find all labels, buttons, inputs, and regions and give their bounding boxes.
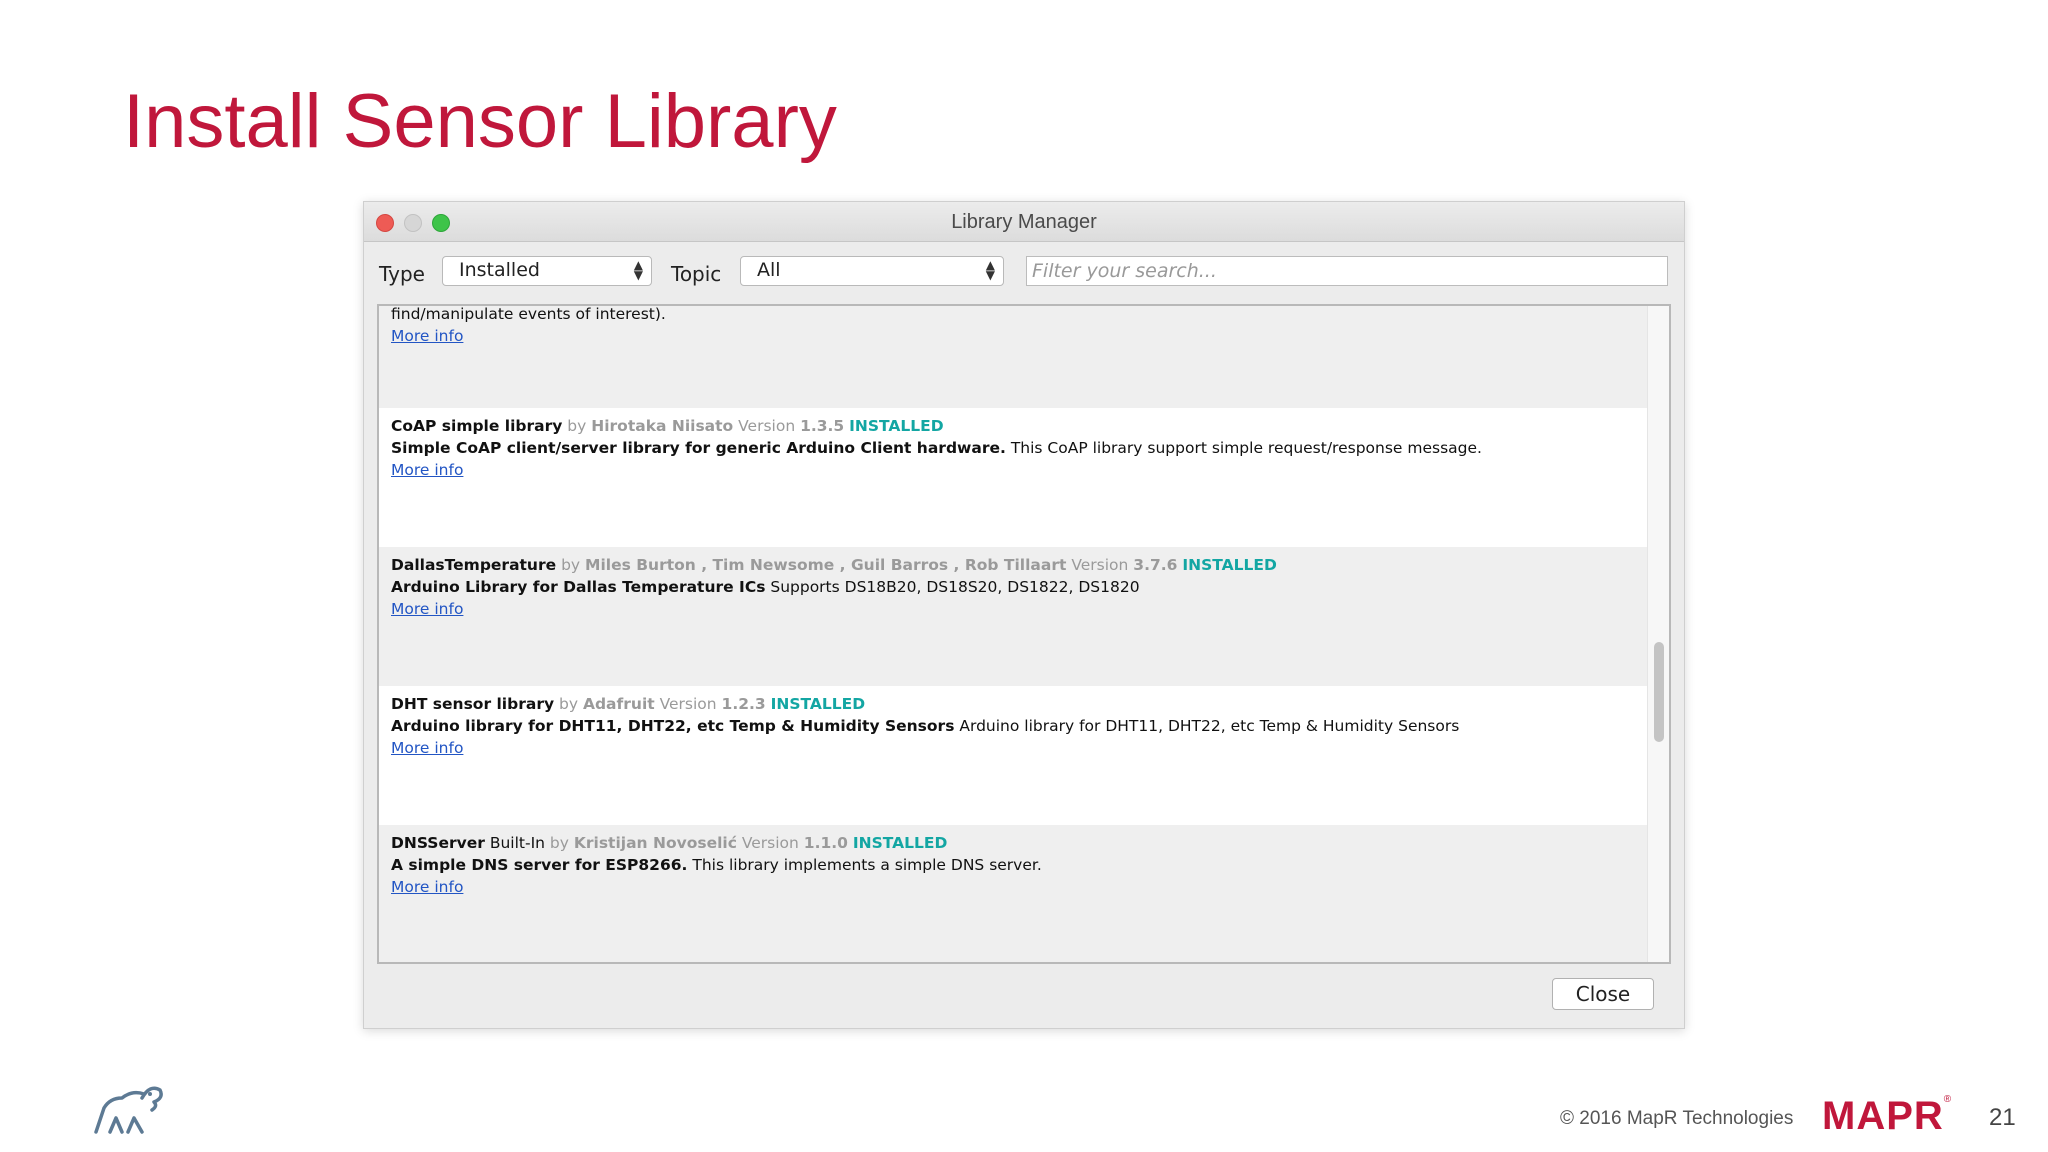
registered-mark: ® (1943, 1094, 1953, 1105)
library-name: CoAP simple library (391, 417, 563, 435)
library-entry[interactable]: DNSServer Built-In by Kristijan Novoseli… (379, 825, 1649, 962)
topic-label: Topic (671, 262, 722, 286)
version-label: Version (1071, 556, 1129, 574)
library-authors: Miles Burton , Tim Newsome , Guil Barros… (585, 556, 1067, 574)
select-arrows-icon: ▲ ▼ (633, 258, 643, 282)
by-label: by (549, 834, 569, 852)
entry-description: Arduino Library for Dallas Temperature I… (391, 578, 1649, 600)
entry-description: A simple DNS server for ESP8266. This li… (391, 856, 1649, 878)
library-authors: Adafruit (582, 695, 655, 713)
topic-select[interactable]: All ▲ ▼ (740, 256, 1004, 286)
library-name: DHT sensor library (391, 695, 555, 713)
entry-desc-text: This CoAP library support simple request… (1010, 439, 1482, 457)
library-entry[interactable]: CoAP simple library by Hirotaka Niisato … (379, 408, 1649, 547)
more-info-link[interactable]: More info (391, 461, 463, 479)
by-label: by (561, 556, 581, 574)
window-titlebar: Library Manager (364, 202, 1684, 242)
entry-header: DNSServer Built-In by Kristijan Novoseli… (391, 834, 1649, 856)
library-authors: Kristijan Novoselić (573, 834, 737, 852)
library-manager-window: Library Manager Type Installed ▲ ▼ Topic … (363, 201, 1685, 1029)
close-button[interactable]: Close (1552, 978, 1654, 1010)
library-version: 3.7.6 (1133, 556, 1178, 574)
page-number: 21 (1989, 1104, 2016, 1131)
more-info-link[interactable]: More info (391, 878, 463, 896)
type-select[interactable]: Installed ▲ ▼ (442, 256, 652, 286)
entry-description: find/manipulate events of interest). (391, 305, 1649, 327)
mapr-logo-text: MAPR (1822, 1094, 1944, 1138)
entry-desc-bold: Arduino Library for Dallas Temperature I… (391, 578, 766, 596)
library-name: DallasTemperature (391, 556, 557, 574)
entry-desc-text: find/manipulate events of interest). (391, 305, 666, 323)
library-list[interactable]: find/manipulate events of interest). Mor… (377, 304, 1671, 964)
more-info-link[interactable]: More info (391, 739, 463, 757)
library-name: DNSServer (391, 834, 485, 852)
search-input[interactable]: Filter your search... (1026, 256, 1668, 286)
window-title: Library Manager (951, 211, 1097, 233)
entry-desc-text: Supports DS18B20, DS18S20, DS1822, DS182… (770, 578, 1140, 596)
scrollbar-thumb[interactable] (1654, 642, 1664, 742)
by-label: by (567, 417, 587, 435)
entry-header: CoAP simple library by Hirotaka Niisato … (391, 417, 1649, 439)
builtin-label: Built-In (489, 834, 545, 852)
version-label: Version (659, 695, 717, 713)
library-entry[interactable]: find/manipulate events of interest). Mor… (379, 305, 1649, 408)
library-entry[interactable]: DHT sensor library by Adafruit Version 1… (379, 686, 1649, 825)
entry-header: DallasTemperature by Miles Burton , Tim … (391, 556, 1649, 578)
entry-description: Simple CoAP client/server library for ge… (391, 439, 1649, 461)
filter-bar: Type Installed ▲ ▼ Topic All ▲ ▼ Filter yo… (364, 242, 1684, 304)
installed-badge: INSTALLED (849, 417, 944, 435)
type-label: Type (379, 262, 425, 286)
installed-badge: INSTALLED (1182, 556, 1277, 574)
library-entry[interactable]: DallasTemperature by Miles Burton , Tim … (379, 547, 1649, 686)
version-label: Version (738, 417, 796, 435)
entry-desc-text: Arduino library for DHT11, DHT22, etc Te… (959, 717, 1460, 735)
select-arrows-icon: ▲ ▼ (985, 258, 995, 282)
entry-desc-bold: Simple CoAP client/server library for ge… (391, 439, 1006, 457)
entry-desc-bold: Arduino library for DHT11, DHT22, etc Te… (391, 717, 955, 735)
installed-badge: INSTALLED (770, 695, 866, 713)
entry-header: DHT sensor library by Adafruit Version 1… (391, 695, 1649, 717)
library-version: 1.1.0 (803, 834, 848, 852)
search-placeholder: Filter your search... (1032, 260, 1217, 282)
library-authors: Hirotaka Niisato (591, 417, 734, 435)
installed-badge: INSTALLED (852, 834, 948, 852)
copyright-text: © 2016 MapR Technologies (1560, 1108, 1794, 1129)
library-version: 1.3.5 (800, 417, 845, 435)
version-label: Version (741, 834, 799, 852)
entry-description: Arduino library for DHT11, DHT22, etc Te… (391, 717, 1649, 739)
by-label: by (559, 695, 579, 713)
mapr-elephant-logo (94, 1086, 163, 1134)
list-scrollbar[interactable] (1647, 306, 1669, 962)
more-info-link[interactable]: More info (391, 600, 463, 618)
more-info-link[interactable]: More info (391, 327, 463, 345)
library-version: 1.2.3 (721, 695, 766, 713)
topic-select-value: All (757, 259, 781, 281)
type-select-value: Installed (459, 259, 540, 281)
mapr-logo: MAPR® (1822, 1094, 1952, 1139)
slide-title: Install Sensor Library (123, 79, 837, 164)
entry-desc-bold: A simple DNS server for ESP8266. (391, 856, 688, 874)
entry-desc-text: This library implements a simple DNS ser… (692, 856, 1042, 874)
